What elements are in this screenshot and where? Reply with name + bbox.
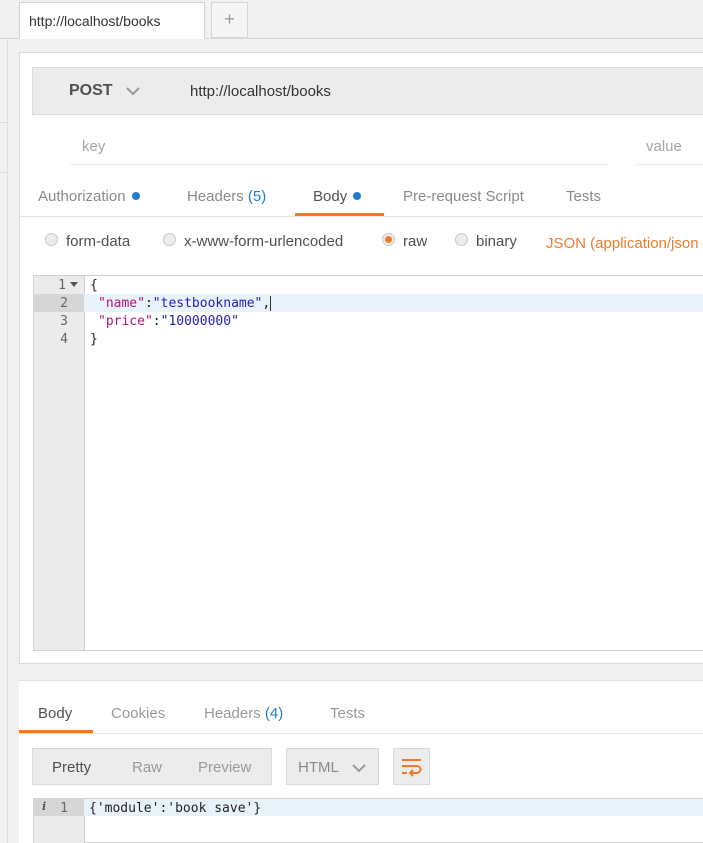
tab-authorization[interactable]: Authorization (38, 188, 140, 205)
tab-body-label: Body (313, 188, 348, 205)
tab-headers-label: Headers (187, 188, 244, 205)
json-value: "testbookname" (152, 296, 263, 311)
indicator-dot-icon (353, 192, 362, 201)
line-number: 2 (60, 296, 68, 311)
view-pretty-button[interactable]: Pretty (52, 759, 91, 776)
response-tab-tests[interactable]: Tests (330, 705, 365, 722)
tab-headers-count: (5) (247, 188, 267, 205)
radio-form-data[interactable]: form-data (45, 232, 131, 250)
chevron-down-icon[interactable] (351, 760, 367, 776)
tab-body[interactable]: Body (313, 188, 362, 205)
url-input[interactable]: http://localhost/books (178, 67, 703, 115)
wrap-lines-icon (402, 759, 422, 777)
indicator-dot-icon (131, 192, 140, 201)
code-line-4: } (90, 332, 98, 347)
response-active-tab-indicator (19, 730, 93, 733)
request-tab[interactable]: http://localhost/books (19, 2, 205, 39)
new-tab-button[interactable]: + (211, 2, 248, 38)
json-key: "price" (98, 314, 153, 329)
view-preview-button[interactable]: Preview (198, 759, 251, 776)
tab-authorization-label: Authorization (38, 188, 126, 205)
radio-raw[interactable]: raw (382, 232, 428, 250)
tab-pre-request-script[interactable]: Pre-request Script (403, 188, 524, 205)
chevron-down-icon[interactable] (124, 82, 142, 100)
radio-binary[interactable]: binary (455, 232, 517, 250)
tabs-divider (20, 216, 703, 217)
json-colon: : (144, 296, 153, 311)
json-comma: , (262, 296, 271, 311)
fold-arrow-icon[interactable] (70, 282, 78, 288)
radio-circle[interactable] (163, 232, 176, 246)
param-value-input[interactable]: value (646, 138, 682, 155)
radio-circle[interactable] (455, 232, 468, 246)
radio-circle[interactable] (45, 232, 58, 246)
line-number: 4 (60, 332, 68, 347)
body-editor[interactable] (33, 275, 703, 651)
tab-tests[interactable]: Tests (566, 188, 601, 205)
content-type-dropdown[interactable]: JSON (application/json (546, 235, 699, 252)
param-value-underline (635, 164, 703, 165)
param-key-input[interactable]: key (82, 138, 105, 155)
response-code-line: {'module':'book save'} (89, 801, 262, 816)
radio-x-www-form-urlencoded[interactable]: x-www-form-urlencoded (163, 232, 344, 250)
line-number: 3 (60, 314, 68, 329)
json-value: "10000000" (160, 314, 239, 329)
code-line-1: { (90, 278, 98, 293)
radio-urlencoded-label: x-www-form-urlencoded (184, 233, 344, 250)
radio-circle-selected[interactable] (382, 232, 395, 246)
response-tab-headers-count: (4) (264, 705, 284, 722)
method-label: POST (69, 82, 113, 99)
line-number: 1 (60, 801, 68, 816)
radio-binary-label: binary (476, 233, 517, 250)
radio-form-data-label: form-data (66, 233, 131, 250)
json-key: "name" (98, 296, 145, 311)
view-raw-button[interactable]: Raw (132, 759, 162, 776)
radio-raw-label: raw (403, 233, 428, 250)
format-label: HTML (298, 759, 339, 776)
sidebar-edge (0, 40, 8, 843)
line-number: 1 (58, 278, 66, 293)
response-tab-headers-label: Headers (204, 705, 261, 722)
param-key-underline (70, 164, 608, 165)
active-tab-indicator (295, 213, 384, 216)
code-line-3: "price":"10000000" (98, 314, 239, 329)
response-tab-body[interactable]: Body (38, 705, 72, 722)
json-colon: : (152, 314, 161, 329)
code-line-2: "name":"testbookname", (98, 296, 272, 311)
tab-headers[interactable]: Headers (5) (187, 188, 266, 205)
response-tab-cookies[interactable]: Cookies (111, 705, 165, 722)
response-tab-headers[interactable]: Headers (4) (204, 705, 283, 722)
text-caret (270, 296, 272, 311)
